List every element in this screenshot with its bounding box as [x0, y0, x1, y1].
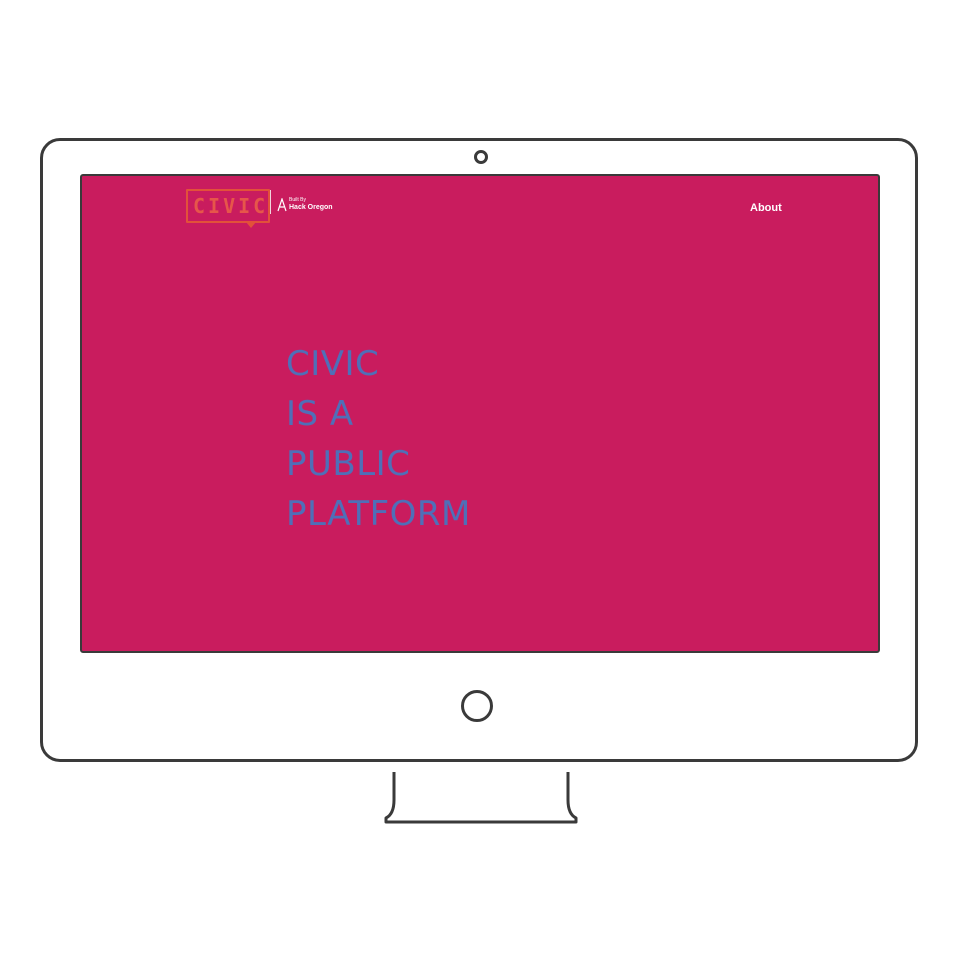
- built-by-label: Built By: [289, 197, 306, 203]
- hero-line-2: IS A: [286, 394, 354, 434]
- camera-icon: [474, 150, 488, 164]
- civic-logo[interactable]: CIVIC: [186, 189, 276, 229]
- logo-speech-tail: [246, 222, 256, 228]
- hero-line-1: CIVIC: [286, 344, 380, 384]
- logo-text: CIVIC: [193, 194, 269, 218]
- logo-divider: [270, 190, 271, 214]
- browser-viewport: CIVIC Built By Hack Oregon About CIVIC I…: [80, 174, 880, 653]
- hero-line-3: PUBLIC: [286, 444, 411, 484]
- hero-line-4: PLATFORM: [286, 494, 471, 534]
- hero-heading: CIVIC IS A PUBLIC PLATFORM: [286, 339, 471, 539]
- nav-about-link[interactable]: About: [750, 201, 782, 215]
- monitor-button: [461, 690, 493, 722]
- hack-oregon-icon: [277, 198, 287, 212]
- hack-oregon-label[interactable]: Hack Oregon: [289, 204, 333, 212]
